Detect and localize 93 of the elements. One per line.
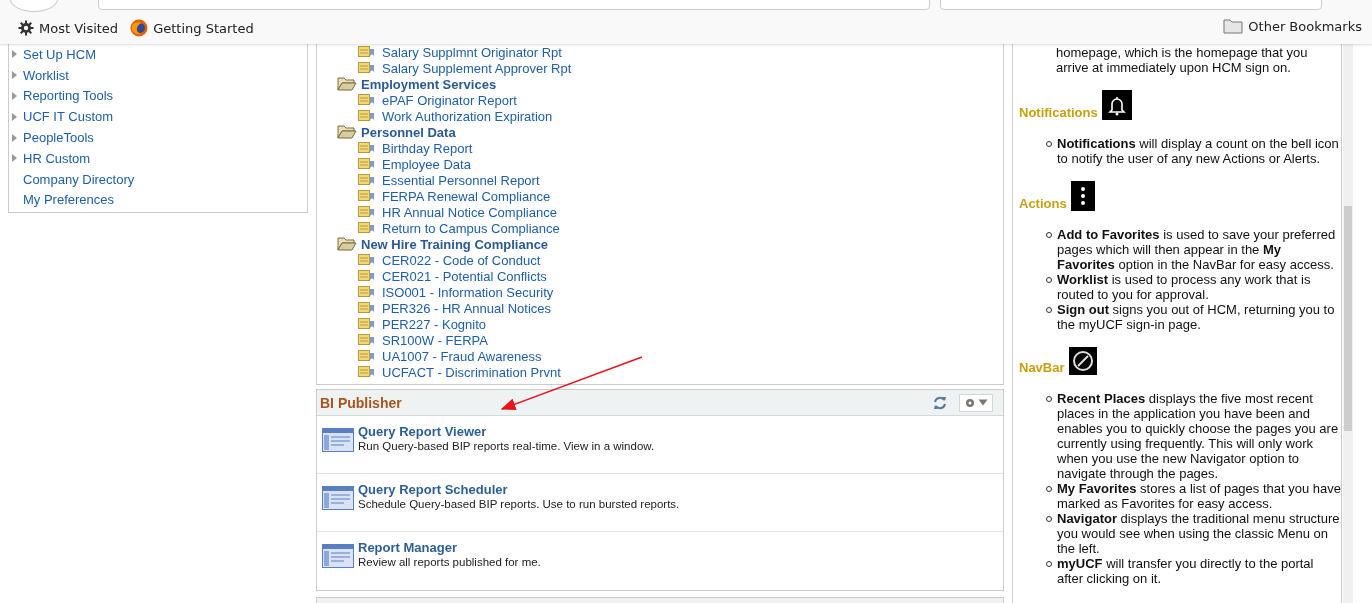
paragraph: myUCF will transfer you directly to the portal after clicking on it. [1057, 556, 1315, 586]
report-link[interactable]: ePAF Originator Report [382, 92, 517, 108]
bookmark-link[interactable]: Other Bookmarks [1223, 18, 1362, 34]
folder-icon [337, 125, 357, 139]
expand-icon[interactable] [12, 133, 17, 142]
report-link[interactable]: Work Authorization Expiration [382, 108, 553, 124]
gear-icon [964, 397, 975, 408]
report-link[interactable]: PER227 - Kognito [382, 316, 487, 332]
bookmark-link[interactable]: Getting Started [130, 19, 254, 37]
more-icon [1070, 181, 1095, 211]
expand-icon[interactable] [12, 154, 17, 163]
report-icon [358, 173, 374, 187]
report-link[interactable]: ISO001 - Information Security [382, 284, 554, 300]
folder-link[interactable]: Employment Services [361, 76, 497, 92]
expand-icon[interactable] [12, 92, 17, 100]
report-link[interactable]: UCFACT - Discrimination Prvnt [382, 364, 561, 380]
folder-icon [337, 237, 357, 251]
report-icon [358, 109, 374, 123]
scrollbar[interactable] [1343, 44, 1353, 603]
folder-link[interactable]: New Hire Training Compliance [361, 236, 549, 252]
menu-link[interactable]: UCF IT Custom [23, 109, 114, 125]
bell-icon [1101, 90, 1132, 120]
report-icon [358, 61, 374, 75]
expand-icon[interactable] [12, 112, 17, 121]
menu-link[interactable]: My Preferences [23, 192, 115, 208]
report-link[interactable]: Employee Data [382, 156, 471, 172]
folder-link[interactable]: Personnel Data [361, 124, 456, 140]
page-icon [322, 486, 354, 510]
report-link[interactable]: CER022 - Code of Conduct [382, 252, 541, 268]
link[interactable]: Report Manager [358, 540, 541, 555]
paragraph: Worklist is used to process any work that is routed to you for approval. [1057, 272, 1312, 302]
folder-icon [1223, 18, 1244, 34]
menu-link[interactable]: HR Custom [23, 150, 91, 166]
link[interactable]: Query Report Scheduler [358, 482, 680, 497]
report-icon [358, 269, 374, 283]
report-icon [358, 157, 374, 171]
pagelet-title: BI Publisher [320, 394, 402, 411]
browser-logo-icon [130, 19, 149, 37]
report-link[interactable]: Essential Personnel Report [382, 172, 540, 188]
page-icon [322, 544, 354, 568]
report-icon [358, 365, 374, 379]
gear-icon [18, 20, 34, 36]
expand-icon[interactable] [12, 50, 17, 59]
report-icon [358, 285, 374, 299]
report-link[interactable]: FERPA Renewal Compliance [382, 188, 551, 204]
menu-link[interactable]: PeopleTools [23, 130, 94, 146]
section-heading: Notifications [1019, 105, 1098, 120]
menu-link[interactable]: Company Directory [23, 171, 135, 187]
paragraph: Sign out signs you out of HCM, returning you to the myUCF sign-in page. [1057, 302, 1336, 332]
report-icon [358, 205, 374, 219]
report-link[interactable]: Return to Campus Compliance [382, 220, 560, 236]
paragraph: Recent Places displays the five most recent places in the application you have been and enables you to quickly choose the pages you are currently using frequently. This will only work when you use the new Navigator option to navigate through the pages. [1057, 391, 1340, 481]
expand-icon[interactable] [12, 71, 17, 80]
report-link[interactable]: Salary Supplement Approver Rpt [382, 60, 572, 76]
report-link[interactable]: Birthday Report [382, 140, 473, 156]
report-icon [358, 301, 374, 315]
description: Schedule Query-based BIP reports. Use to run bursted reports. [358, 498, 680, 510]
report-icon [358, 93, 374, 107]
report-icon [358, 141, 374, 155]
scroll-thumb[interactable] [1344, 206, 1352, 431]
section-heading: Actions [1019, 196, 1067, 211]
folder-icon [337, 77, 357, 91]
bookmark-link[interactable]: Most Visited [18, 19, 119, 37]
report-link[interactable]: HR Annual Notice Compliance [382, 204, 557, 220]
report-link[interactable]: SR100W - FERPA [382, 332, 488, 348]
compass-icon [1068, 347, 1097, 375]
menu-link[interactable]: Reporting Tools [23, 88, 114, 104]
report-link[interactable]: CER021 - Potential Conflicts [382, 268, 547, 284]
section-heading: NavBar [1019, 360, 1065, 375]
link[interactable]: Query Report Viewer [358, 424, 655, 439]
report-icon [358, 221, 374, 235]
caret-icon [977, 399, 988, 406]
report-icon [358, 317, 374, 331]
menu-link[interactable]: Set Up HCM [23, 46, 96, 62]
report-link[interactable]: PER326 - HR Annual Notices [382, 300, 552, 316]
report-icon [358, 45, 374, 59]
refresh-icon[interactable] [933, 395, 947, 410]
report-icon [358, 333, 374, 347]
description: Run Query-based BIP reports real-time. View in a window. [358, 440, 655, 452]
settings-button[interactable] [959, 393, 993, 412]
paragraph: Navigator displays the traditional menu structure you would see when using the classic Menu on the left. [1057, 511, 1341, 556]
description: Review all reports published for me. [358, 556, 541, 568]
paragraph: Add to Favorites is used to save your preferred pages which will then appear in the My Favorites option in the NavBar for easy access. [1057, 227, 1337, 272]
report-icon [358, 349, 374, 363]
paragraph: My Favorites stores a list of pages that you have marked as Favorites for easy access. [1057, 481, 1341, 511]
report-icon [358, 189, 374, 203]
report-icon [358, 253, 374, 267]
menu-link[interactable]: Worklist [23, 67, 69, 83]
paragraph: homepage, which is the homepage that you arrive at immediately upon HCM sign on. [1055, 45, 1309, 75]
paragraph: Notifications will display a count on the bell icon to notify the user of any new Actions or Alerts. [1057, 136, 1340, 166]
report-link[interactable]: UA1007 - Fraud Awareness [382, 348, 542, 364]
page-icon [322, 428, 354, 452]
report-link[interactable]: Salary Supplmnt Originator Rpt [382, 44, 562, 60]
